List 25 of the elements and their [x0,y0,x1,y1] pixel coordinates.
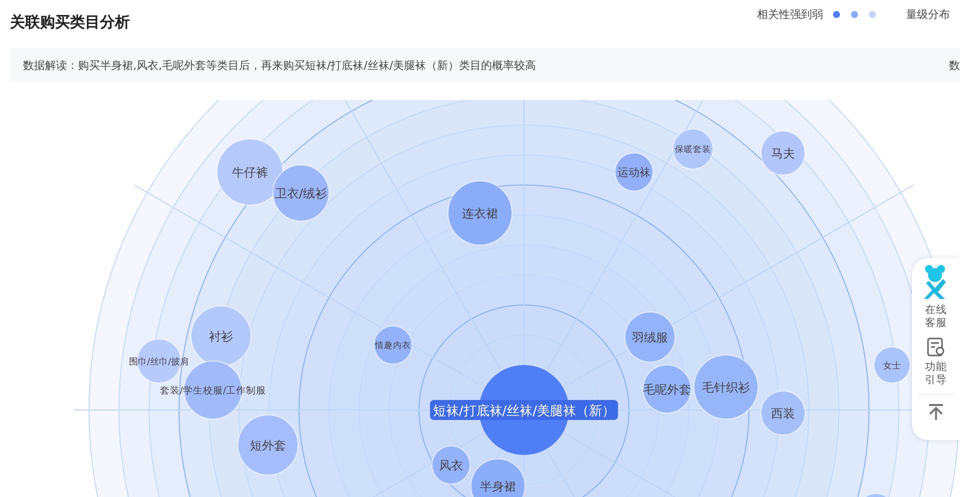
side-link[interactable]: 在线客服 [924,304,948,330]
category-bubble[interactable]: 西装 [760,390,806,436]
category-bubble[interactable]: 风衣 [432,446,470,484]
interpretation-text: 数据解读：购买半身裙,风衣,毛呢外套等类目后，再来购买短袜/打底袜/丝袜/美腿袜（新）类目的概率较高 [23,58,536,72]
side-link[interactable]: 功能引导 [924,361,948,386]
category-bubble[interactable]: 情趣内衣 [374,326,412,364]
category-bubble[interactable]: 短外套 [238,414,298,476]
category-bubble[interactable]: 女士 [874,346,910,384]
category-bubble[interactable]: 连衣裙 [448,180,512,246]
category-bubble[interactable]: 毛呢外套 [642,364,692,414]
category-bubble[interactable]: 衬衫 [190,306,252,366]
category-bubble[interactable]: 短袜/打底袜/丝袜/美腿袜（新） [430,365,618,455]
back-to-top-icon [927,403,945,422]
category-bubble[interactable]: 运动袜 [614,152,654,192]
category-bubble[interactable]: 卫衣/绒衫 [272,164,330,222]
legend-label: 相关性强到弱 [757,7,823,22]
category-bubble[interactable]: 毛针织衫 [694,354,758,420]
category-bubble[interactable]: 马夫 [760,130,806,176]
category-bubble[interactable]: 保暖套装 [672,128,714,170]
page-title: 关联购买类目分析 [10,13,130,32]
category-bubble[interactable]: 羽绒服 [624,312,676,362]
document-icon [926,337,946,358]
distribution-label: 量级分布 [906,7,950,22]
category-bubble[interactable]: 半身裙 [470,458,526,497]
interpretation-text: 数 [949,58,960,72]
